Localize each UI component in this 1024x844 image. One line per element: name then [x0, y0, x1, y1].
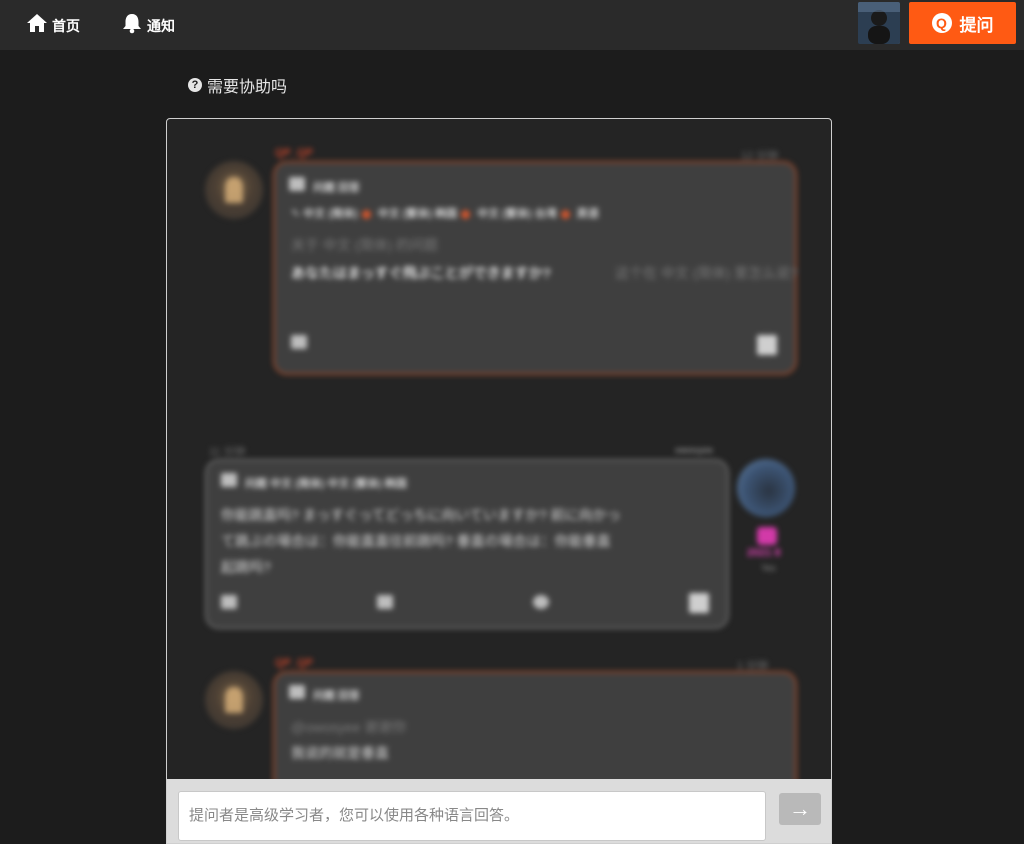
translate-icon[interactable]	[291, 335, 307, 349]
nav-home-link[interactable]: 首页	[26, 10, 80, 36]
question-q-icon: Q	[931, 13, 952, 33]
help-question-icon: ?	[188, 78, 202, 92]
avatar-image	[858, 2, 900, 44]
asker-name: QP_QP	[275, 657, 313, 669]
reply-input-bar: 提问者是高级学习者，您可以使用各种语言回答。 →	[167, 779, 831, 843]
answer-icon	[221, 473, 237, 487]
reply-body: 我说的就是垂直	[291, 745, 389, 761]
question-body: あなたはまっすぐ飛ぶことができますか?	[291, 265, 551, 281]
more-icon[interactable]	[689, 593, 709, 613]
nav-notify-label: 通知	[147, 18, 175, 34]
reply-mention: @owosyee 谢谢你	[291, 719, 407, 735]
language-list: ✎ 中文 (简体) 中文 (繁体) 韩国 中文 (繁体) 台湾 英语	[291, 208, 599, 220]
bell-icon	[123, 14, 141, 34]
answerer-avatar	[737, 459, 795, 517]
question-title: 关于 中文 (简体) 的问题	[291, 237, 438, 253]
asker-avatar	[205, 671, 263, 729]
emoji-icon[interactable]	[533, 595, 549, 609]
ask-question-button[interactable]: Q 提问	[909, 2, 1016, 44]
more-icon[interactable]	[757, 335, 777, 355]
chat-panel: QP_QP 12 分钟 问题 回答 ✎ 中文 (简体) 中文 (繁体) 韩国 中…	[166, 118, 832, 844]
reply-icon	[289, 685, 305, 699]
badge-label: 2021 8	[747, 547, 781, 559]
question-body-dim: 这个在 中文 (简体) 里怎么说?	[615, 265, 798, 281]
pencil-icon: ✎	[291, 208, 301, 220]
gem-badge-icon	[757, 527, 777, 545]
answer-user: owosyee	[675, 445, 714, 455]
asker-name: QP_QP	[275, 147, 313, 159]
chat-messages-blurred: QP_QP 12 分钟 问题 回答 ✎ 中文 (简体) 中文 (繁体) 韩国 中…	[167, 119, 831, 811]
top-nav-bar: 首页 通知 Q 提问	[0, 0, 1024, 50]
asker-avatar	[205, 161, 263, 219]
answer-line-1: 你能跳直吗? まっすぐってどっちに向いていますか? 前に向かっ	[221, 507, 621, 523]
reply-textarea[interactable]: 提问者是高级学习者，您可以使用各种语言回答。	[178, 791, 766, 841]
reply-meta: 问题 回答	[313, 690, 361, 702]
arrow-right-icon: →	[789, 796, 811, 821]
answer-meta: 问题 中文 (简体) 中文 (繁体) 韩国	[245, 478, 407, 490]
thumbs-up-icon[interactable]	[377, 595, 393, 609]
nav-notify-link[interactable]: 通知	[121, 10, 175, 36]
nav-home-label: 首页	[52, 18, 80, 34]
translate-icon[interactable]	[221, 595, 237, 609]
message-bubble-question: 问题 回答 ✎ 中文 (简体) 中文 (繁体) 韩国 中文 (繁体) 台湾 英语…	[273, 161, 798, 375]
home-icon	[27, 14, 47, 32]
question-icon	[289, 177, 305, 191]
answer-line-2: て跳ぶの場合は：你能直直往前跳吗? 垂直の場合は：你能垂直	[221, 533, 611, 549]
answer-time: 11 分钟	[209, 446, 246, 458]
help-label: 需要协助吗	[207, 79, 288, 96]
question-meta: 问题 回答	[313, 182, 361, 194]
badge-sub: Yes	[761, 563, 776, 573]
user-avatar[interactable]	[858, 2, 900, 44]
message-bubble-answer: 问题 中文 (简体) 中文 (繁体) 韩国 你能跳直吗? まっすぐってどっちに向…	[205, 459, 729, 629]
ask-button-label: 提问	[959, 15, 994, 35]
answer-line-3: 起跳吗?	[221, 559, 271, 575]
help-link[interactable]: ? 需要协助吗	[188, 73, 287, 97]
send-button[interactable]: →	[779, 793, 821, 825]
